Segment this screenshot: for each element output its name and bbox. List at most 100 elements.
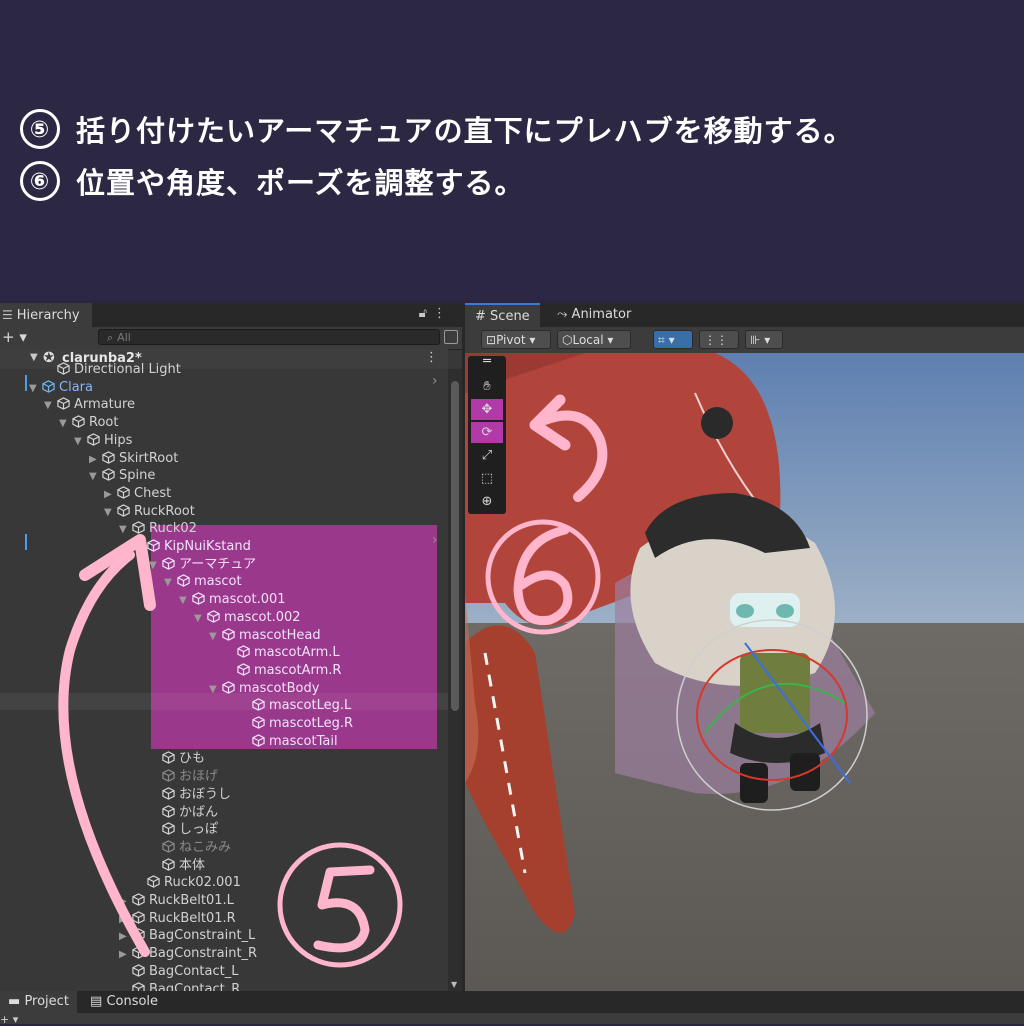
align-toggle[interactable]: ⊪ ▾ <box>745 330 783 349</box>
hierarchy-row[interactable]: ▶ Chest <box>104 485 171 502</box>
collapse-arrow-icon[interactable]: ▼ <box>74 433 87 450</box>
expand-arrow-icon[interactable]: ▶ <box>119 911 132 928</box>
tab-console[interactable]: ▤ Console <box>82 991 166 1013</box>
hierarchy-row[interactable]: ▼ Hips <box>74 432 132 449</box>
hierarchy-row[interactable]: 本体 <box>149 857 205 874</box>
hierarchy-row-label: Clara <box>59 379 93 395</box>
hierarchy-row[interactable]: ▼ mascot.002 <box>194 609 301 626</box>
hierarchy-row[interactable]: ひも <box>149 750 205 767</box>
scene-visibility-icon[interactable] <box>444 330 458 344</box>
tab-scene[interactable]: # Scene <box>465 303 540 327</box>
scene-viewport[interactable]: ═ ✋︎ ✥ ⟳ ⤢ ⬚ ⊕ <box>465 353 1024 991</box>
expand-arrow-icon[interactable]: ▶ <box>104 486 117 503</box>
grid-snap-icon: ⌗ <box>658 333 665 347</box>
expand-arrow-icon[interactable]: ▶ <box>89 451 102 468</box>
expand-arrow-icon[interactable]: ▼ <box>30 352 38 363</box>
hierarchy-row[interactable]: ▼ mascotHead <box>209 627 321 644</box>
collapse-arrow-icon[interactable]: ▼ <box>209 628 222 645</box>
hierarchy-row[interactable]: mascotLeg.L <box>239 697 351 714</box>
collapse-arrow-icon[interactable]: ▼ <box>209 681 222 698</box>
grid-snap-toggle[interactable]: ⌗ ▾ <box>653 330 693 349</box>
collapse-arrow-icon[interactable]: ▼ <box>179 592 192 609</box>
collapse-arrow-icon[interactable]: ▼ <box>59 415 72 432</box>
hierarchy-row[interactable]: ▼ mascotBody <box>209 680 319 697</box>
expand-arrow-icon[interactable]: ▶ <box>119 946 132 963</box>
hierarchy-row-label: mascot.002 <box>224 609 301 625</box>
hierarchy-row[interactable]: BagContact_R <box>119 981 240 991</box>
add-object-button[interactable]: + ▾ <box>2 328 27 346</box>
toolbar-grip-icon[interactable]: ═ <box>471 355 503 368</box>
collapse-arrow-icon[interactable]: ▼ <box>164 574 177 591</box>
hierarchy-row-label: ねこみみ <box>179 839 232 855</box>
gameobject-cube-icon <box>162 857 179 873</box>
hierarchy-row-label: ひも <box>179 751 206 767</box>
scale-tool-icon[interactable]: ⤢ <box>471 445 503 466</box>
scrollbar-thumb[interactable] <box>451 381 459 711</box>
hierarchy-row[interactable]: ▼ KipNuiKstand <box>134 538 251 555</box>
expand-arrow-icon[interactable]: ▶ <box>119 928 132 945</box>
hierarchy-row[interactable]: mascotLeg.R <box>239 715 353 732</box>
rect-tool-icon[interactable]: ⬚ <box>471 468 503 489</box>
tab-project[interactable]: ▬ Project <box>0 991 77 1013</box>
collapse-arrow-icon[interactable]: ▼ <box>29 380 42 397</box>
hierarchy-row[interactable]: ▶ BagConstraint_L <box>119 927 255 944</box>
collapse-arrow-icon[interactable]: ▼ <box>149 557 162 574</box>
hierarchy-row[interactable]: ▶ SkirtRoot <box>89 450 178 467</box>
hierarchy-row[interactable]: かばん <box>149 804 218 821</box>
hierarchy-row-label: かばん <box>179 804 219 820</box>
lock-icon[interactable]: 🔓︎ <box>419 306 433 321</box>
hierarchy-row[interactable]: mascotArm.L <box>224 644 340 661</box>
scroll-down-icon[interactable]: ▼ <box>451 980 457 989</box>
hierarchy-row[interactable]: ▼ Ruck02 <box>119 520 197 537</box>
bottom-panel-tabs: ▬ Project ▤ Console + ▾ <box>0 991 1024 1026</box>
hierarchy-row[interactable]: ▼ Armature <box>44 396 135 413</box>
hierarchy-scrollbar[interactable]: ▼ <box>448 369 462 991</box>
hierarchy-row[interactable]: ▼ アーマチュア <box>149 556 256 573</box>
kebab-menu-icon[interactable]: ⋮ <box>433 306 452 321</box>
chevron-right-icon[interactable]: › <box>432 532 438 548</box>
hierarchy-row[interactable]: ▶ RuckBelt01.L <box>119 892 234 909</box>
collapse-arrow-icon[interactable]: ▼ <box>134 539 147 556</box>
hierarchy-search-input[interactable]: ⌕ All <box>98 329 440 345</box>
gameobject-cube-icon <box>162 769 179 784</box>
hierarchy-row[interactable]: ▼ mascot <box>164 573 242 590</box>
rotate-tool-icon[interactable]: ⟳ <box>471 422 503 443</box>
expand-arrow-icon[interactable]: ▶ <box>119 893 132 910</box>
increment-snap-toggle[interactable]: ⋮⋮ ▾ <box>699 330 739 366</box>
collapse-arrow-icon[interactable]: ▼ <box>104 504 117 521</box>
scene-render <box>465 353 1024 991</box>
hierarchy-row[interactable]: Ruck02.001 <box>134 874 241 891</box>
hierarchy-row-label: mascotLeg.R <box>269 716 354 731</box>
hierarchy-row[interactable]: おぼうし <box>149 786 231 803</box>
local-dropdown[interactable]: ⬡Local ▾ <box>557 330 631 349</box>
hierarchy-row[interactable]: ▼ Spine <box>89 467 155 484</box>
scene-menu-icon[interactable]: ⋮ <box>425 350 438 365</box>
move-tool-icon[interactable]: ✥ <box>471 399 503 420</box>
hierarchy-row[interactable]: Directional Light <box>44 361 181 378</box>
collapse-arrow-icon[interactable]: ▼ <box>89 468 102 485</box>
hierarchy-row[interactable]: ▶ RuckBelt01.R <box>119 910 236 927</box>
chevron-right-icon[interactable]: › <box>432 373 438 389</box>
hand-tool-icon[interactable]: ✋︎ <box>471 376 503 397</box>
transform-tool-icon[interactable]: ⊕ <box>471 491 503 512</box>
project-add-button[interactable]: + ▾ <box>0 1013 18 1026</box>
hierarchy-row[interactable]: BagContact_L <box>119 963 238 980</box>
hierarchy-row[interactable]: ▼ Clara <box>29 379 93 396</box>
hierarchy-row[interactable]: mascotTail <box>239 733 338 750</box>
hierarchy-row[interactable]: ▼ Root <box>59 414 118 431</box>
collapse-arrow-icon[interactable]: ▼ <box>119 521 132 538</box>
gameobject-cube-icon <box>132 964 149 979</box>
prefab-override-bar <box>25 534 27 550</box>
pivot-dropdown[interactable]: ⊡Pivot ▾ <box>481 330 551 349</box>
hierarchy-row[interactable]: おほげ <box>149 768 218 785</box>
hierarchy-row[interactable]: しっぽ <box>149 821 218 838</box>
hierarchy-row[interactable]: ねこみみ <box>149 839 231 856</box>
collapse-arrow-icon[interactable]: ▼ <box>44 397 57 414</box>
collapse-arrow-icon[interactable]: ▼ <box>194 610 207 627</box>
tab-hierarchy[interactable]: ☰ Hierarchy <box>0 303 92 327</box>
hierarchy-row[interactable]: ▼ mascot.001 <box>179 591 286 608</box>
hierarchy-row[interactable]: ▶ BagConstraint_R <box>119 945 257 962</box>
hierarchy-row[interactable]: ▼ RuckRoot <box>104 503 195 520</box>
tab-animator[interactable]: ⤳ Animator <box>547 303 641 327</box>
hierarchy-row[interactable]: mascotArm.R <box>224 662 341 679</box>
